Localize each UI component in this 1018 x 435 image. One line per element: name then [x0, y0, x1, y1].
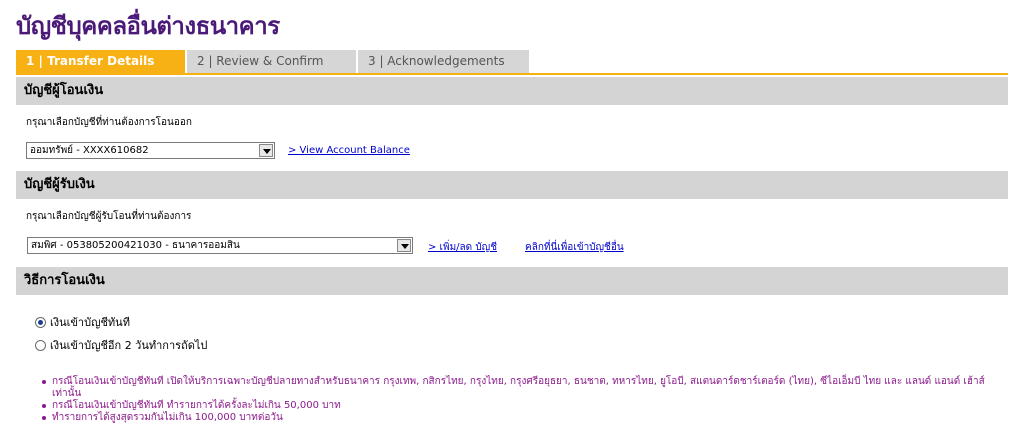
- radio-checked-icon[interactable]: [35, 317, 46, 328]
- notes-list: กรณีโอนเงินเข้าบัญชีทันที เปิดให้บริการเ…: [40, 376, 1010, 424]
- method-option-immediate[interactable]: เงินเข้าบัญชีทันที: [35, 313, 130, 331]
- tab-acknowledgements[interactable]: 3 | Acknowledgements: [358, 50, 529, 73]
- step-tabs: 1 | Transfer Details 2 | Review & Confir…: [16, 50, 1016, 73]
- note-item: กรณีโอนเงินเข้าบัญชีทันที เปิดให้บริการเ…: [40, 376, 1010, 400]
- from-account-select[interactable]: ออมทรัพย์ - XXXX610682: [26, 142, 275, 159]
- to-account-header: บัญชีผู้รับเงิน: [16, 171, 1008, 199]
- transfer-method-header: วิธีการโอนเงิน: [16, 267, 1008, 295]
- to-account-select[interactable]: สมพิศ - 053805200421030 - ธนาคารออมสิน: [27, 237, 413, 254]
- to-account-selected-value: สมพิศ - 053805200421030 - ธนาคารออมสิน: [31, 240, 240, 251]
- from-account-selected-value: ออมทรัพย์ - XXXX610682: [30, 145, 149, 156]
- page-title: บัญชีบุคคลอื่นต่างธนาคาร: [16, 12, 280, 40]
- chevron-down-icon[interactable]: [397, 239, 411, 252]
- method-option-label: เงินเข้าบัญชีอีก 2 วันทำการถัดไป: [50, 339, 208, 352]
- note-item: ทำรายการได้สูงสุดรวมกันไม่เกิน 100,000 บ…: [40, 412, 1010, 424]
- view-account-balance-link[interactable]: > View Account Balance: [288, 145, 410, 156]
- from-account-header: บัญชีผู้โอนเงิน: [16, 77, 1008, 105]
- chevron-down-icon[interactable]: [259, 144, 273, 157]
- from-account-instruction: กรุณาเลือกบัญชีที่ท่านต้องการโอนออก: [26, 117, 192, 128]
- method-option-label: เงินเข้าบัญชีทันที: [50, 316, 130, 329]
- radio-unchecked-icon[interactable]: [35, 340, 46, 351]
- other-account-link[interactable]: คลิกที่นี่เพื่อเข้าบัญชีอื่น: [525, 240, 624, 255]
- tabs-divider: [16, 73, 1008, 75]
- tab-review-confirm[interactable]: 2 | Review & Confirm: [187, 50, 356, 73]
- note-item: กรณีโอนเงินเข้าบัญชีทันที ทำรายการได้ครั…: [40, 400, 1010, 412]
- tab-transfer-details[interactable]: 1 | Transfer Details: [16, 50, 185, 73]
- method-option-two-days[interactable]: เงินเข้าบัญชีอีก 2 วันทำการถัดไป: [35, 336, 207, 354]
- to-account-instruction: กรุณาเลือกบัญชีผู้รับโอนที่ท่านต้องการ: [26, 211, 192, 222]
- add-remove-account-link[interactable]: > เพิ่ม/ลด บัญชี: [428, 240, 497, 255]
